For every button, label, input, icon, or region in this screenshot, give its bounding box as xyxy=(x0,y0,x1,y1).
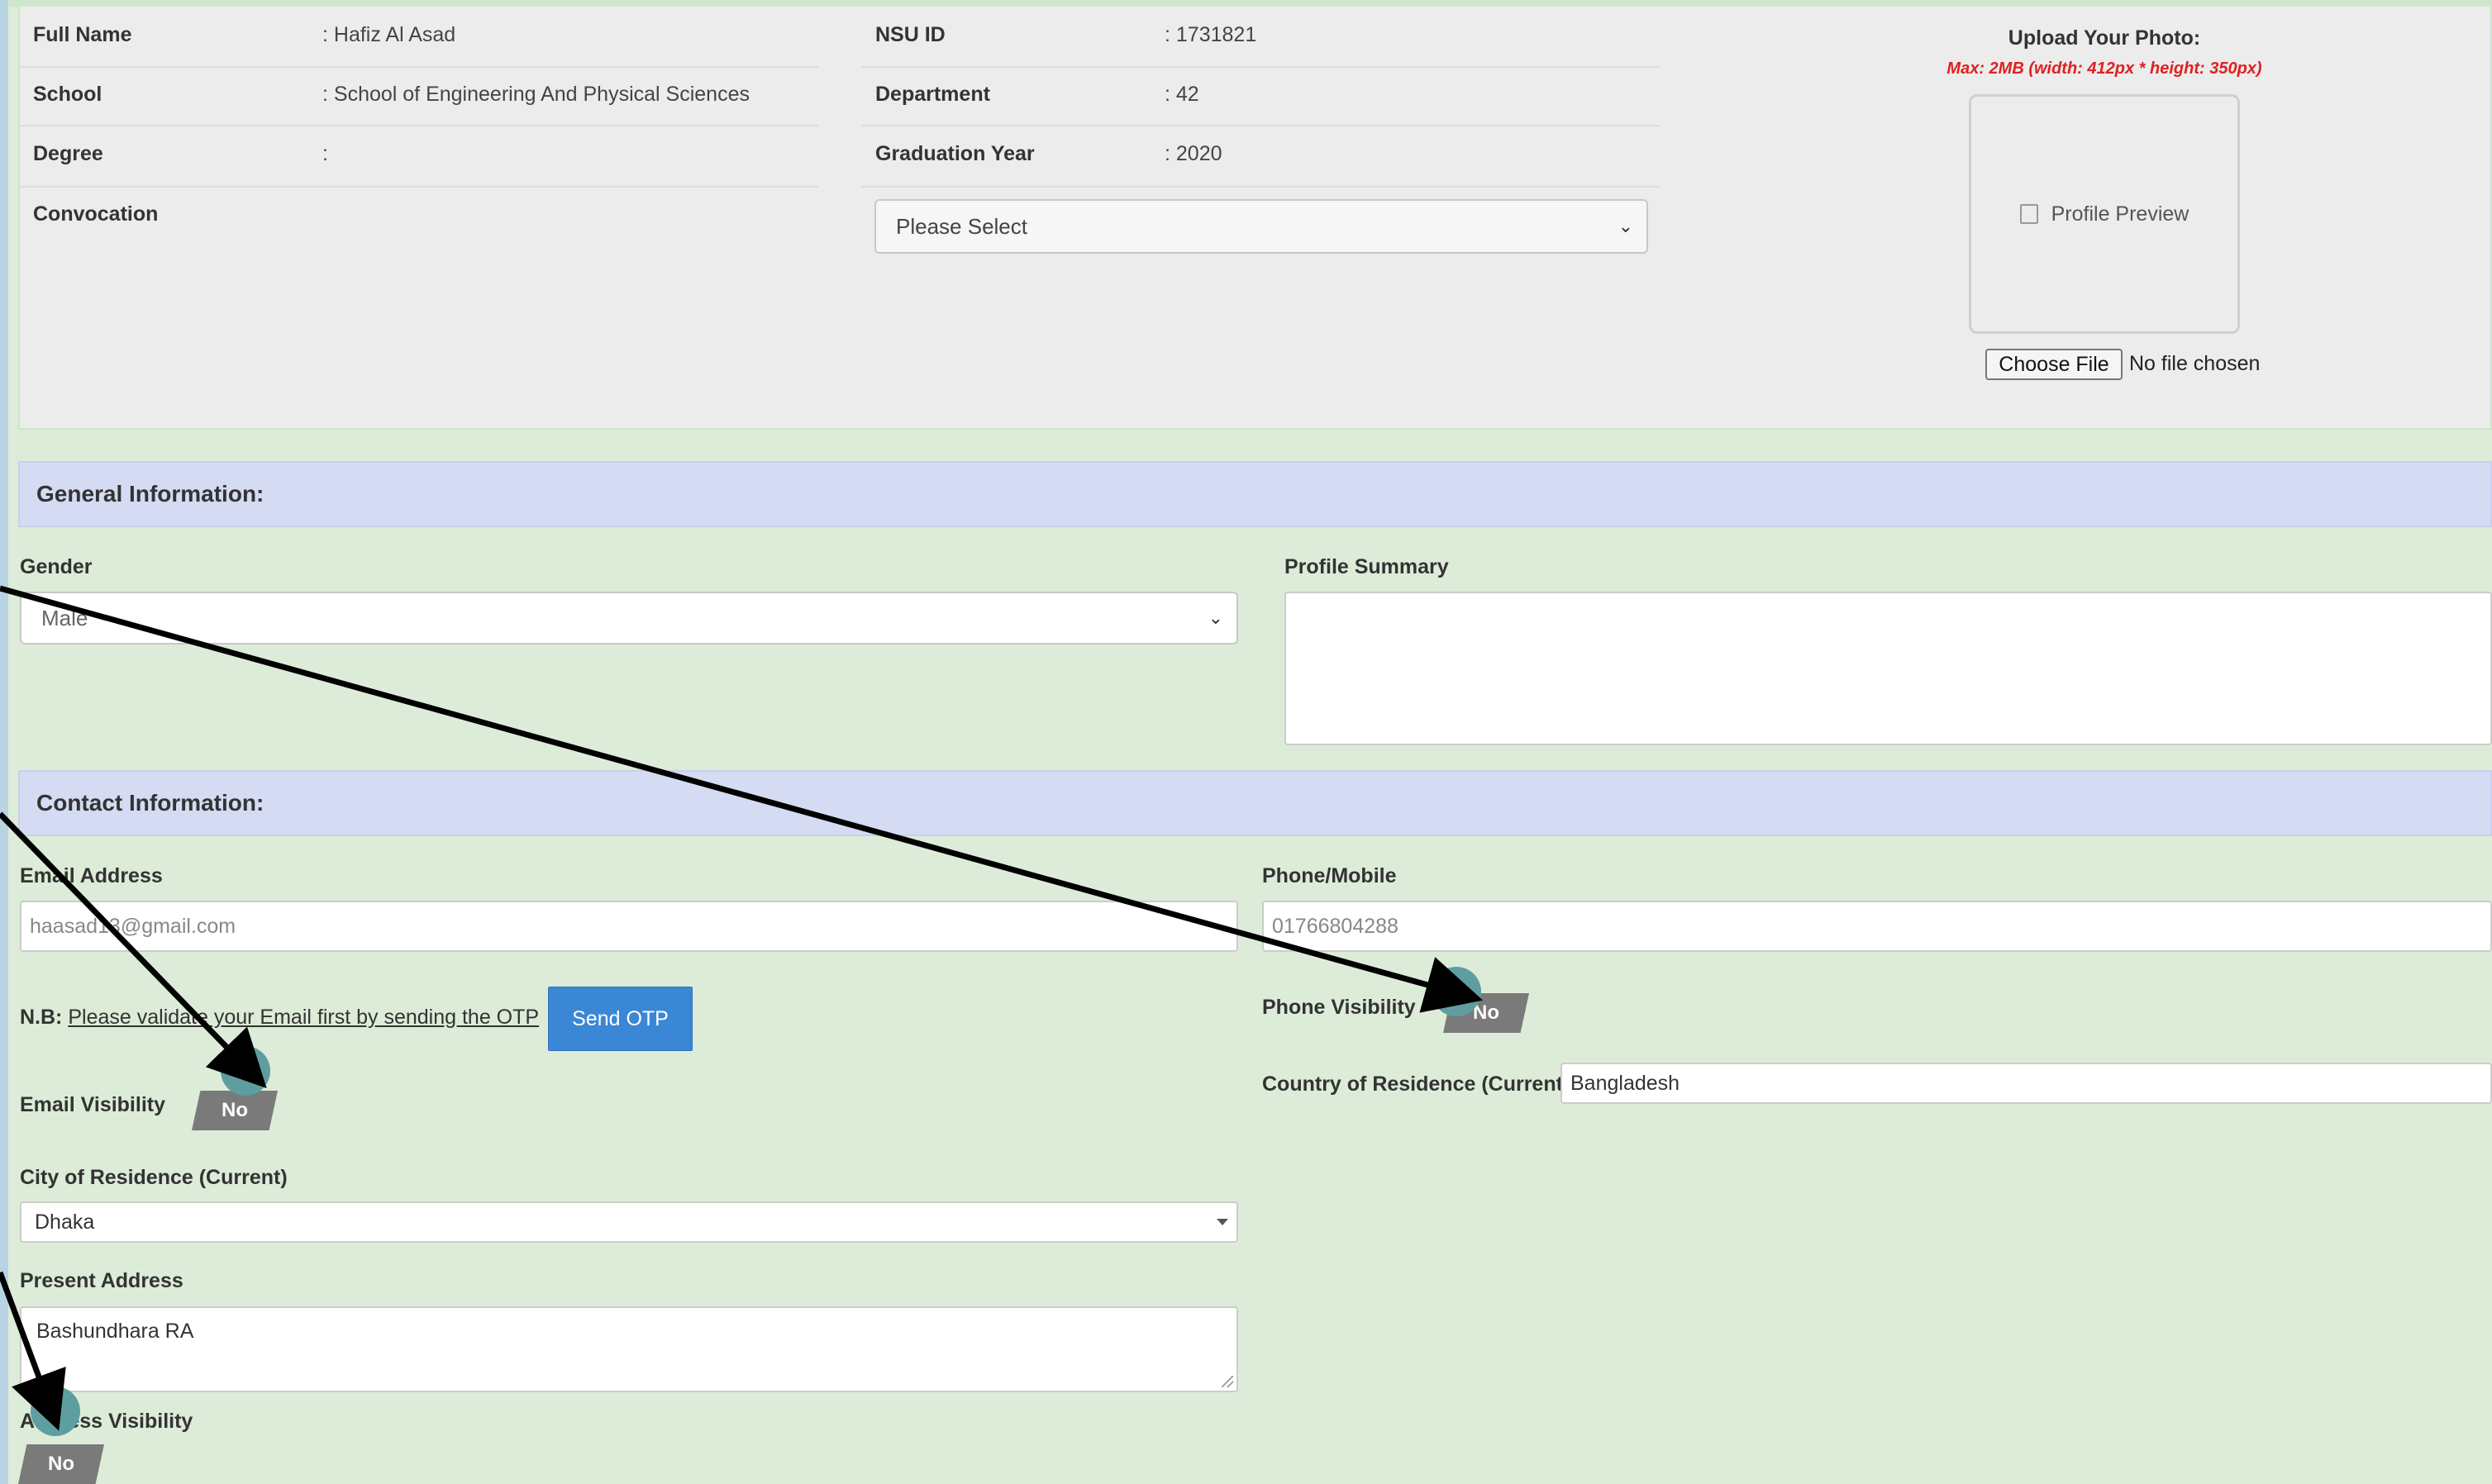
present-address-textarea[interactable]: Bashundhara RA xyxy=(20,1306,1238,1392)
nsu-id-value: : 1731821 xyxy=(1165,23,1257,46)
department-label: Department xyxy=(875,83,990,106)
broken-image-icon xyxy=(2019,204,2038,224)
full-name-label: Full Name xyxy=(33,23,132,46)
send-otp-button[interactable]: Send OTP xyxy=(548,987,693,1051)
chevron-down-icon: ⌄ xyxy=(1618,216,1633,236)
email-validation-note: N.B: Please validate your Email first by… xyxy=(20,1006,539,1030)
email-visibility-label: Email Visibility xyxy=(20,1093,166,1116)
phone-visibility-label: Phone Visibility xyxy=(1262,996,1416,1019)
contact-information-header: Contact Information: xyxy=(18,770,2492,836)
email-visibility-toggle[interactable]: No xyxy=(192,1091,278,1130)
profile-preview-alt: Profile Preview xyxy=(2051,202,2189,226)
resize-grip-icon[interactable] xyxy=(1222,1376,1233,1387)
school-value: : School of Engineering And Physical Sci… xyxy=(322,83,750,106)
graduation-year-label: Graduation Year xyxy=(875,142,1035,165)
annotation-marker-icon xyxy=(221,1046,270,1096)
convocation-label: Convocation xyxy=(33,202,159,226)
department-value: : 42 xyxy=(1165,83,1199,106)
degree-label: Degree xyxy=(33,142,103,165)
phone-input[interactable]: 01766804288 xyxy=(1262,901,2492,952)
profile-summary-label: Profile Summary xyxy=(1284,555,1449,578)
address-visibility-toggle[interactable]: No xyxy=(18,1444,104,1484)
row-divider xyxy=(20,186,818,188)
phone-mobile-label: Phone/Mobile xyxy=(1262,864,1397,887)
chevron-down-icon: ⌄ xyxy=(1208,607,1223,628)
school-label: School xyxy=(33,83,102,106)
note-prefix: N.B: xyxy=(20,1006,63,1029)
no-file-chosen-text: No file chosen xyxy=(2129,352,2261,375)
general-information-title: General Information: xyxy=(36,481,264,507)
email-address-label: Email Address xyxy=(20,864,163,887)
phone-visibility-toggle[interactable]: No xyxy=(1443,993,1529,1033)
choose-file-button[interactable]: Choose File xyxy=(1985,349,2123,380)
full-name-value: : Hafiz Al Asad xyxy=(322,23,456,46)
row-divider xyxy=(861,186,1660,188)
city-of-residence-value: Dhaka xyxy=(35,1210,95,1234)
general-information-header: General Information: xyxy=(18,461,2492,527)
dropdown-arrow-icon xyxy=(1217,1219,1228,1225)
present-address-value: Bashundhara RA xyxy=(36,1320,194,1343)
convocation-select[interactable]: Please Select ⌄ xyxy=(874,199,1648,254)
convocation-select-value: Please Select xyxy=(896,213,1027,239)
city-of-residence-label: City of Residence (Current) xyxy=(20,1166,288,1189)
country-of-residence-input[interactable]: Bangladesh xyxy=(1560,1063,2492,1104)
gender-select-value: Male xyxy=(41,605,88,630)
graduation-year-value: : 2020 xyxy=(1165,142,1222,165)
contact-information-title: Contact Information: xyxy=(36,790,264,816)
gender-label: Gender xyxy=(20,555,93,578)
row-divider xyxy=(20,66,818,68)
city-of-residence-select[interactable]: Dhaka xyxy=(20,1201,1238,1243)
email-input[interactable]: haasad13@gmail.com xyxy=(20,901,1238,952)
upload-photo-title: Upload Your Photo: xyxy=(2008,26,2201,50)
row-divider xyxy=(861,66,1660,68)
profile-summary-textarea[interactable] xyxy=(1284,592,2492,745)
validate-email-link[interactable]: Please validate your Email first by send… xyxy=(68,1006,539,1029)
address-visibility-label: Address Visibility xyxy=(20,1410,193,1433)
country-of-residence-label: Country of Residence (Current) xyxy=(1262,1073,1570,1096)
nsu-id-label: NSU ID xyxy=(875,23,946,46)
present-address-label: Present Address xyxy=(20,1269,183,1292)
row-divider xyxy=(861,125,1660,126)
upload-size-note: Max: 2MB (width: 412px * height: 350px) xyxy=(1946,59,2262,78)
profile-preview: Profile Preview xyxy=(1969,94,2240,334)
degree-value: : xyxy=(322,142,328,165)
gender-select[interactable]: Male ⌄ xyxy=(20,592,1238,644)
row-divider xyxy=(20,125,818,126)
top-strip xyxy=(0,0,2492,7)
left-edge-bar xyxy=(0,0,8,1484)
